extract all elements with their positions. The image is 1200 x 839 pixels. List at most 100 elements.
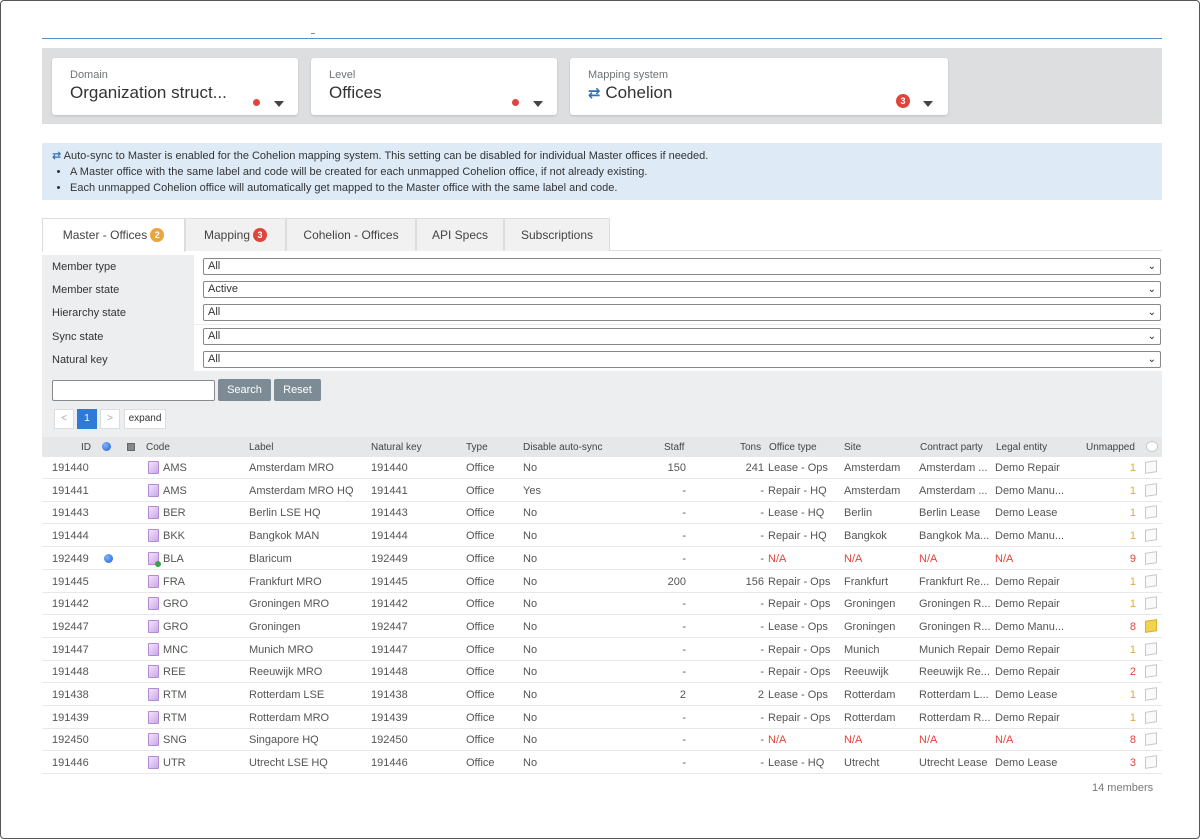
natural-key-select[interactable]: All ⌄ <box>203 351 1161 368</box>
table-row[interactable]: 191445 FRA Frankfurt MRO 191445 Office No 200 1… <box>42 571 1162 593</box>
table-row[interactable]: 191439 RTM Rotterdam MRO 191439 Office No - - Re… <box>42 707 1162 729</box>
cell-type: Office <box>466 734 495 747</box>
cell-natural-key: 191444 <box>371 530 408 543</box>
comment-icon[interactable] <box>1145 687 1157 701</box>
col-tons[interactable]: Tons <box>740 442 761 453</box>
filter-natural-key: Natural key All ⌄ <box>42 348 1162 371</box>
comment-icon[interactable] <box>1145 505 1157 520</box>
comment-icon[interactable] <box>1145 641 1157 656</box>
cell-unmapped[interactable]: 8 <box>1102 621 1136 633</box>
col-code[interactable]: Code <box>146 442 170 453</box>
col-disable-auto-sync[interactable]: Disable auto-sync <box>523 442 602 453</box>
pager-page[interactable]: 1 <box>77 409 97 429</box>
cell-label[interactable]: Blaricum <box>249 553 292 565</box>
tab-subscriptions[interactable]: Subscriptions <box>504 218 610 251</box>
col-staff[interactable]: Staff <box>664 442 684 453</box>
cell-unmapped[interactable]: 3 <box>1102 757 1136 769</box>
col-contract-party[interactable]: Contract party <box>920 442 983 453</box>
comment-icon[interactable] <box>1145 528 1157 542</box>
cell-natural-key: 191442 <box>371 598 408 611</box>
col-id[interactable]: ID <box>81 442 91 453</box>
cell-label[interactable]: Amsterdam MRO <box>249 462 334 474</box>
cell-label[interactable]: Groningen <box>249 621 300 633</box>
cell-tons: - <box>760 484 764 497</box>
tab-cohelion-offices[interactable]: Cohelion - Offices <box>286 218 416 251</box>
col-unmapped[interactable]: Unmapped <box>1086 442 1135 453</box>
sync-state-select[interactable]: All ⌄ <box>203 328 1161 345</box>
table-row[interactable]: 192449 BLA Blaricum 192449 Office No - - N/A N/A N… <box>42 548 1162 570</box>
col-type[interactable]: Type <box>466 442 488 453</box>
comment-icon[interactable] <box>1145 550 1157 565</box>
table-row[interactable]: 191438 RTM Rotterdam LSE 191438 Office No 2 2 Le… <box>42 684 1162 706</box>
chevron-down-icon[interactable] <box>923 101 933 107</box>
cell-label[interactable]: Berlin LSE HQ <box>249 507 321 519</box>
col-office-type[interactable]: Office type <box>769 442 817 453</box>
chevron-down-icon[interactable] <box>533 101 543 107</box>
cell-label[interactable]: Singapore HQ <box>249 734 319 746</box>
cell-label[interactable]: Frankfurt MRO <box>249 576 322 588</box>
comment-icon[interactable] <box>1145 573 1157 588</box>
cell-unmapped[interactable]: 1 <box>1102 644 1136 656</box>
cell-label[interactable]: Rotterdam LSE <box>249 689 324 701</box>
comment-icon[interactable] <box>1145 732 1157 747</box>
comment-icon[interactable] <box>1145 460 1157 474</box>
cell-unmapped[interactable]: 1 <box>1102 485 1136 497</box>
comment-icon[interactable] <box>1145 482 1157 497</box>
col-legal-entity[interactable]: Legal entity <box>996 442 1047 453</box>
cell-unmapped[interactable]: 1 <box>1102 462 1136 474</box>
reset-button[interactable]: Reset <box>274 379 321 401</box>
table-row[interactable]: 191447 MNC Munich MRO 191447 Office No - - Repai… <box>42 639 1162 661</box>
table-row[interactable]: 191444 BKK Bangkok MAN 191444 Office No - - Repa… <box>42 525 1162 548</box>
comment-icon[interactable] <box>1145 709 1157 724</box>
table-row[interactable]: 192450 SNG Singapore HQ 192450 Office No - - N/A… <box>42 729 1162 752</box>
member-type-select[interactable]: All ⌄ <box>203 258 1161 275</box>
cell-label[interactable]: Reeuwijk MRO <box>249 666 322 678</box>
cell-unmapped[interactable]: 9 <box>1102 553 1136 565</box>
table-row[interactable]: 191442 GRO Groningen MRO 191442 Office No - - Re… <box>42 593 1162 616</box>
cell-label[interactable]: Munich MRO <box>249 644 313 656</box>
level-selector[interactable]: Level Offices <box>311 58 557 115</box>
selector-band: Domain Organization struct... Level Offi… <box>42 48 1162 124</box>
col-site[interactable]: Site <box>844 442 861 453</box>
member-state-select[interactable]: Active ⌄ <box>203 281 1161 298</box>
search-button[interactable]: Search <box>218 379 271 401</box>
domain-selector[interactable]: Domain Organization struct... <box>52 58 298 115</box>
cell-unmapped[interactable]: 1 <box>1102 507 1136 519</box>
table-row[interactable]: 191448 REE Reeuwijk MRO 191448 Office No - - Rep… <box>42 661 1162 684</box>
pager-next[interactable]: > <box>100 409 120 429</box>
comment-icon[interactable] <box>1145 755 1157 769</box>
cell-unmapped[interactable]: 8 <box>1102 734 1136 746</box>
chevron-down-icon[interactable] <box>274 101 284 107</box>
cell-code: BER <box>163 507 186 520</box>
table-row[interactable]: 192447 GRO Groningen 192447 Office No - - Lease … <box>42 616 1162 638</box>
hierarchy-state-select[interactable]: All ⌄ <box>203 304 1161 321</box>
cell-unmapped[interactable]: 1 <box>1102 712 1136 724</box>
cell-unmapped[interactable]: 1 <box>1102 689 1136 701</box>
table-row[interactable]: 191440 AMS Amsterdam MRO 191440 Office No 150 2… <box>42 457 1162 479</box>
cell-unmapped[interactable]: 2 <box>1102 666 1136 678</box>
table-row[interactable]: 191443 BER Berlin LSE HQ 191443 Office No - - Le… <box>42 502 1162 525</box>
cell-unmapped[interactable]: 1 <box>1102 530 1136 542</box>
comment-icon[interactable] <box>1145 596 1157 611</box>
tab-master-offices[interactable]: Master - Offices 2 <box>42 218 185 252</box>
expand-button[interactable]: expand <box>124 409 166 429</box>
cell-label[interactable]: Utrecht LSE HQ <box>249 757 328 769</box>
table-row[interactable]: 191446 UTR Utrecht LSE HQ 191446 Office No - - L… <box>42 752 1162 775</box>
col-natural-key[interactable]: Natural key <box>371 442 422 453</box>
cell-label[interactable]: Rotterdam MRO <box>249 712 329 724</box>
cell-label[interactable]: Bangkok MAN <box>249 530 319 542</box>
comment-icon[interactable] <box>1145 664 1157 679</box>
tab-mapping[interactable]: Mapping 3 <box>185 218 286 251</box>
tab-api-specs[interactable]: API Specs <box>416 218 504 251</box>
cell-label[interactable]: Amsterdam MRO HQ <box>249 485 354 497</box>
cell-unmapped[interactable]: 1 <box>1102 598 1136 610</box>
mapping-system-selector[interactable]: Mapping system ⇄ Cohelion 3 <box>570 58 948 115</box>
cell-disable-auto-sync: No <box>523 552 538 565</box>
cell-unmapped[interactable]: 1 <box>1102 576 1136 588</box>
pager-prev[interactable]: < <box>54 409 74 429</box>
comment-icon[interactable] <box>1145 619 1157 633</box>
search-input[interactable] <box>52 380 215 401</box>
cell-label[interactable]: Groningen MRO <box>249 598 329 610</box>
col-label[interactable]: Label <box>249 442 273 453</box>
table-row[interactable]: 191441 AMS Amsterdam MRO HQ 191441 Office Yes… <box>42 480 1162 502</box>
